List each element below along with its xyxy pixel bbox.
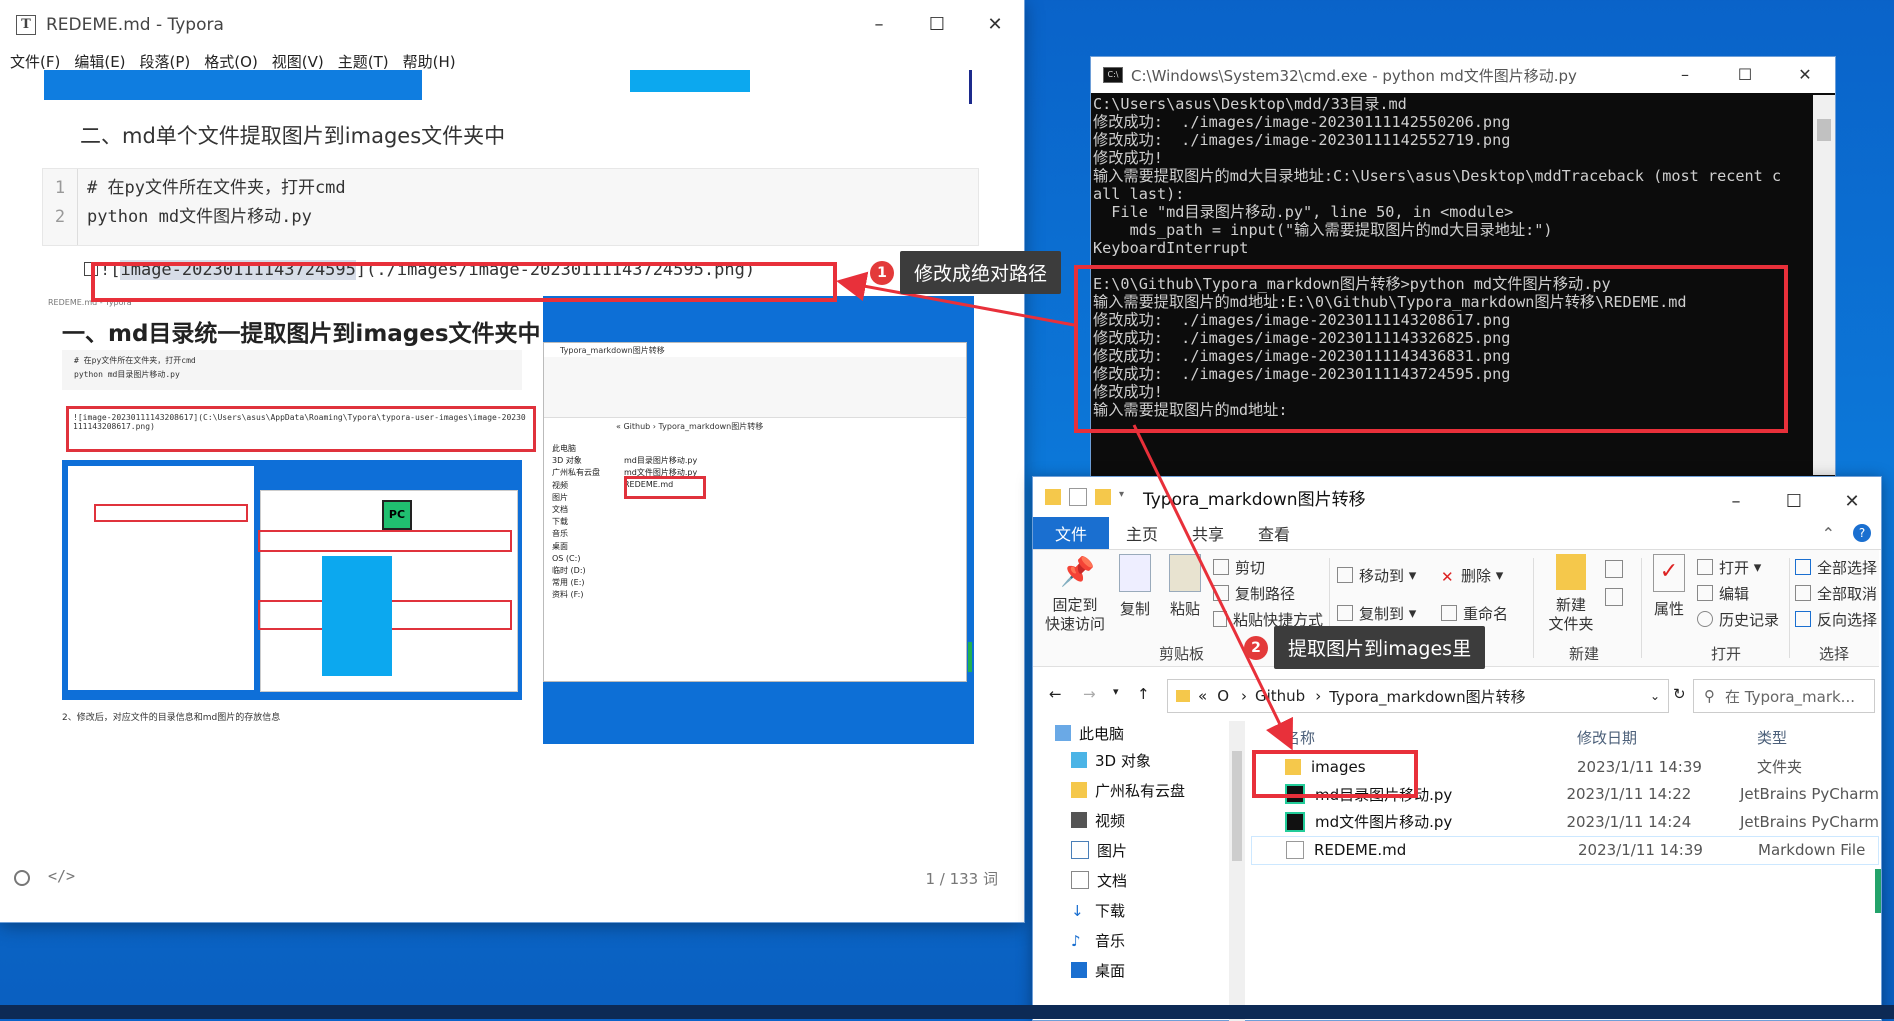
taskbar — [0, 1005, 1894, 1019]
callout-2: 2 提取图片到images里 — [1244, 626, 1486, 669]
annotation-arrows — [836, 271, 1293, 751]
callout-1: 1 修改成绝对路径 — [870, 251, 1062, 294]
